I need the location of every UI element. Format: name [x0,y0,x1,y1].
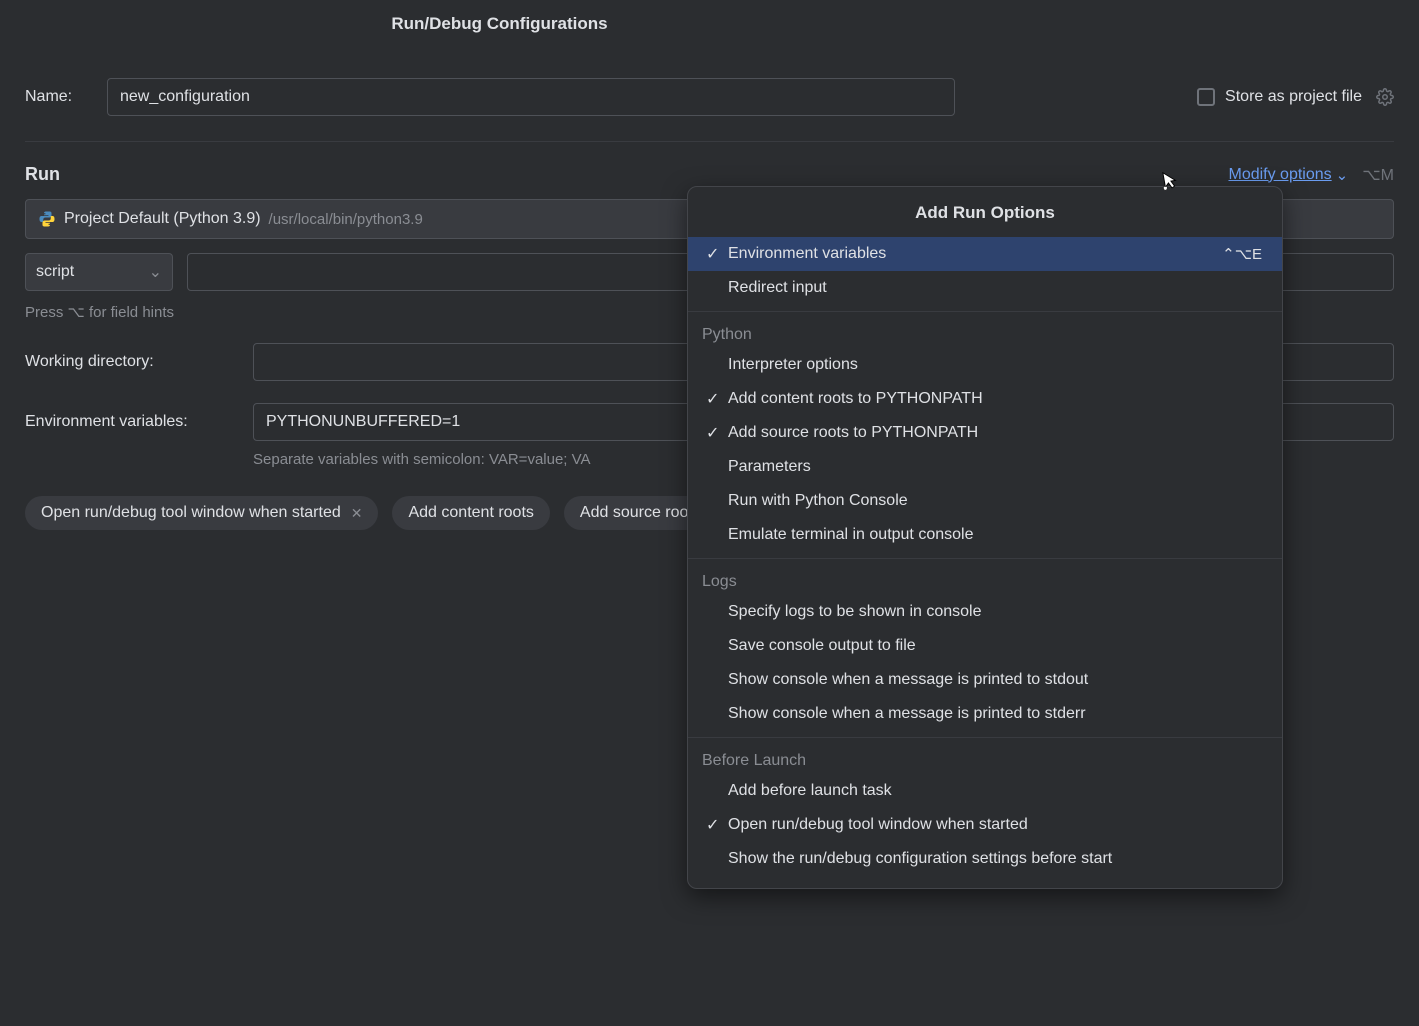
popup-item[interactable]: ✓Save console output to file [688,629,1282,663]
script-type-value: script [36,263,74,281]
popup-title: Add Run Options [688,193,1282,237]
interpreter-name: Project Default (Python 3.9) [64,210,261,228]
store-checkbox[interactable] [1197,88,1215,106]
python-icon [38,210,56,228]
tag-content-roots: Add content roots [392,496,549,530]
tag-label: Open run/debug tool window when started [41,504,341,522]
modify-options-link[interactable]: Modify options [1228,166,1331,184]
popup-item[interactable]: ✓Show the run/debug configuration settin… [688,842,1282,876]
dialog-title: Run/Debug Configurations [0,0,1419,48]
popup-item[interactable]: ✓Emulate terminal in output console [688,518,1282,552]
popup-item-label: Emulate terminal in output console [728,526,1262,544]
interpreter-path: /usr/local/bin/python3.9 [269,211,423,228]
check-icon: ✓ [706,423,728,443]
popup-item[interactable]: ✓Add content roots to PYTHONPATH [688,382,1282,416]
popup-item-label: Parameters [728,458,1262,476]
popup-item[interactable]: ✓Show console when a message is printed … [688,663,1282,697]
env-vars-label: Environment variables: [25,413,253,431]
popup-item-label: Open run/debug tool window when started [728,816,1262,834]
popup-item[interactable]: ✓Environment variables⌃⌥E [688,237,1282,271]
popup-item-shortcut: ⌃⌥E [1222,245,1262,263]
popup-item-label: Specify logs to be shown in console [728,603,1262,621]
popup-item[interactable]: ✓Show console when a message is printed … [688,697,1282,731]
popup-item[interactable]: ✓Redirect input [688,271,1282,305]
check-icon: ✓ [706,389,728,409]
popup-item-label: Show console when a message is printed t… [728,671,1262,689]
popup-item-label: Environment variables [728,245,1222,263]
check-icon: ✓ [706,815,728,835]
popup-item-label: Show console when a message is printed t… [728,705,1262,723]
add-run-options-popup: Add Run Options ✓Environment variables⌃⌥… [687,186,1283,889]
check-icon: ✓ [706,244,728,264]
name-input[interactable] [107,78,955,116]
popup-item[interactable]: ✓Run with Python Console [688,484,1282,518]
popup-item[interactable]: ✓Add source roots to PYTHONPATH [688,416,1282,450]
popup-section-before: Before Launch [688,737,1282,774]
working-dir-label: Working directory: [25,353,253,371]
popup-item[interactable]: ✓Open run/debug tool window when started [688,808,1282,842]
popup-item-label: Show the run/debug configuration setting… [728,850,1262,868]
popup-item-label: Interpreter options [728,356,1262,374]
popup-item[interactable]: ✓Specify logs to be shown in console [688,595,1282,629]
popup-item[interactable]: ✓Add before launch task [688,774,1282,808]
popup-section-python: Python [688,311,1282,348]
popup-item[interactable]: ✓Parameters [688,450,1282,484]
popup-section-logs: Logs [688,558,1282,595]
chevron-down-icon: ⌄ [149,262,162,282]
popup-item-label: Add before launch task [728,782,1262,800]
gear-icon[interactable] [1376,88,1394,106]
tag-open-tool-window: Open run/debug tool window when started … [25,496,378,530]
name-label: Name: [25,88,87,106]
popup-item-label: Redirect input [728,279,1262,297]
popup-item-label: Add content roots to PYTHONPATH [728,390,1262,408]
store-label: Store as project file [1225,88,1362,106]
script-type-select[interactable]: script ⌄ [25,253,173,291]
tag-label: Add content roots [408,504,533,522]
popup-item-label: Run with Python Console [728,492,1262,510]
popup-item-label: Add source roots to PYTHONPATH [728,424,1262,442]
close-icon[interactable]: ✕ [351,505,363,522]
modify-shortcut: ⌥M [1362,165,1394,185]
chevron-down-icon: ⌄ [1336,166,1349,184]
popup-item-label: Save console output to file [728,637,1262,655]
popup-item[interactable]: ✓Interpreter options [688,348,1282,382]
run-section-label: Run [25,164,60,185]
